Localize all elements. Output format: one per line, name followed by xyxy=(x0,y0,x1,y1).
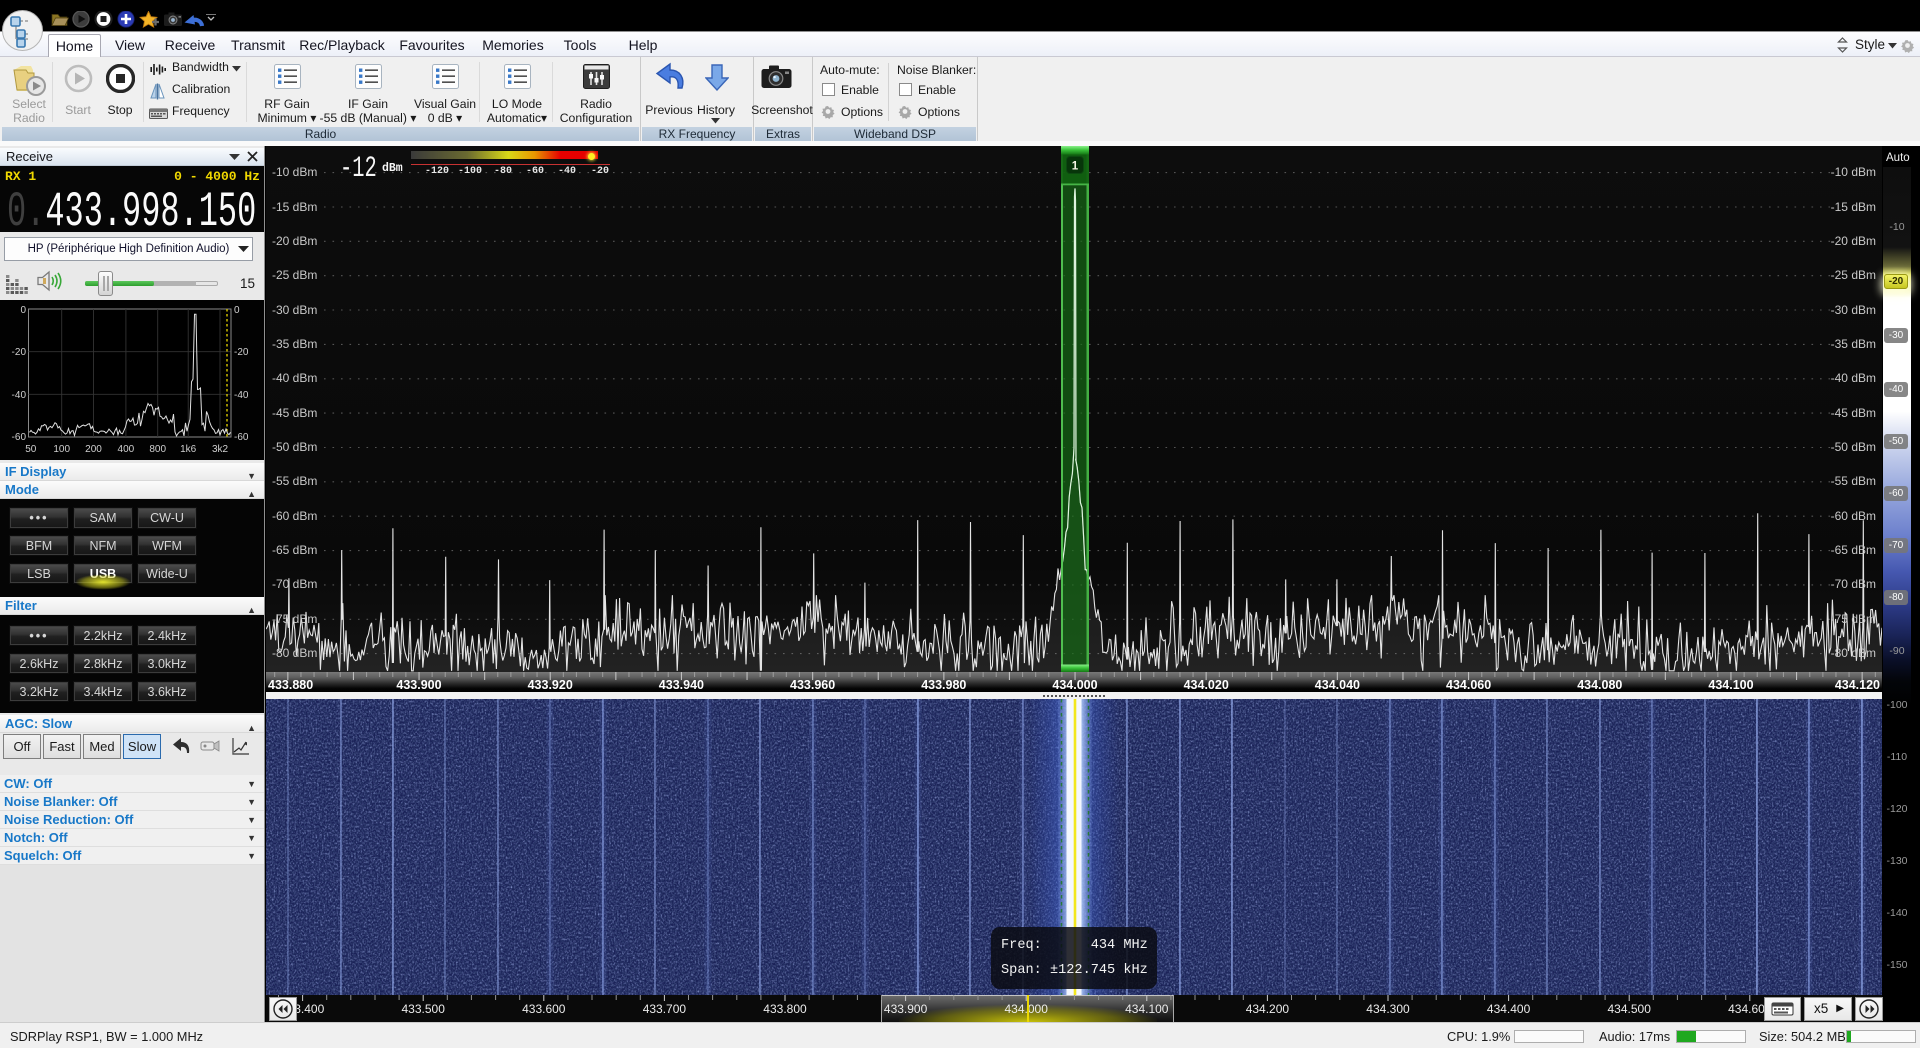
svg-text:800: 800 xyxy=(149,444,166,455)
svg-text:-40: -40 xyxy=(234,390,249,401)
svg-text:-60: -60 xyxy=(234,432,249,443)
svg-text:-60: -60 xyxy=(12,432,27,443)
svg-text:-40: -40 xyxy=(12,390,27,401)
svg-text:-20: -20 xyxy=(12,347,27,358)
svg-text:0: 0 xyxy=(234,305,240,316)
svg-text:0: 0 xyxy=(20,305,26,316)
svg-text:-20: -20 xyxy=(234,347,249,358)
svg-text:50: 50 xyxy=(25,444,37,455)
svg-text:100: 100 xyxy=(53,444,70,455)
svg-text:1: 1 xyxy=(1072,161,1079,173)
svg-text:1k6: 1k6 xyxy=(180,444,197,455)
svg-text:3k2: 3k2 xyxy=(212,444,229,455)
svg-text:200: 200 xyxy=(85,444,102,455)
svg-text:400: 400 xyxy=(118,444,135,455)
